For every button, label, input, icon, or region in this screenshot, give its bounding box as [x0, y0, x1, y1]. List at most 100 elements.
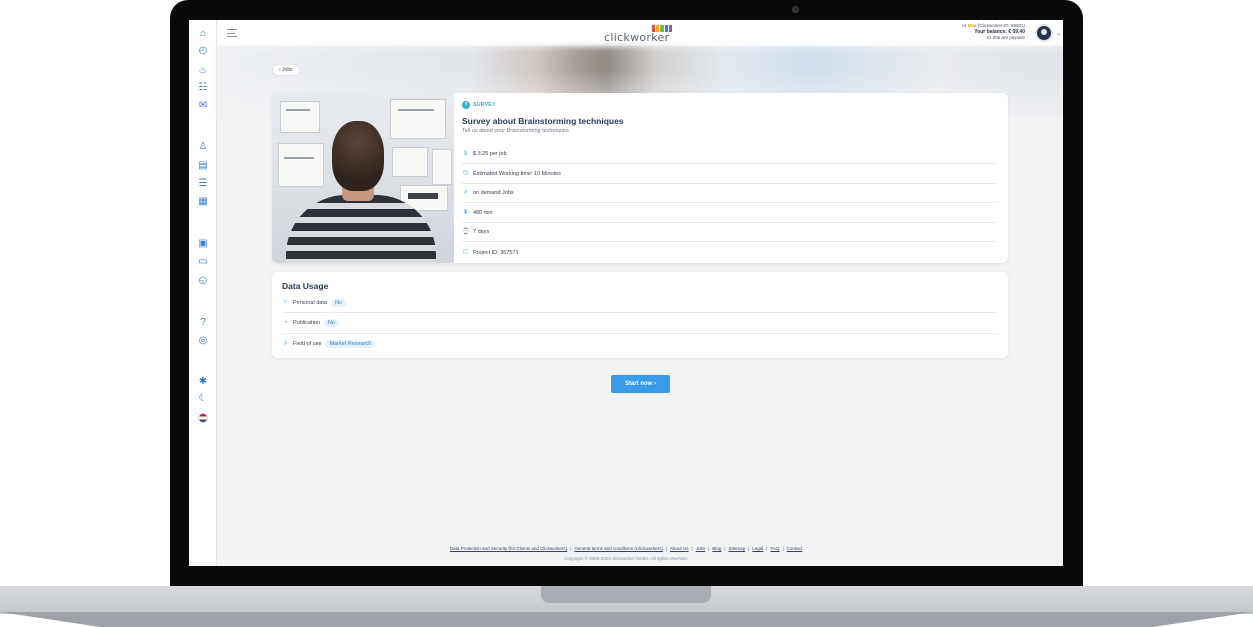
data-usage-card: Data Usage ☺ Personal data No ◔ Publication N…	[272, 272, 1008, 358]
copyright: Copyright © 2005-2023 clickworker GmbH. …	[564, 556, 688, 561]
jobs-icon[interactable]: ⌂	[197, 28, 209, 40]
clock-icon: ◷	[462, 170, 469, 177]
job-subtitle: Tell us about your Brainstorming techniq…	[462, 128, 569, 134]
photo-board	[278, 143, 324, 187]
hash-icon: #	[283, 340, 288, 347]
footer-link[interactable]: Legal	[752, 546, 763, 551]
photo-board	[280, 101, 320, 133]
data-usage-row: ☺ Personal data No	[282, 293, 998, 313]
job-detail-row: ◷ Estimated Working time: 10 Minutes	[462, 165, 998, 184]
photo-board	[432, 149, 452, 185]
job-detail-text: 7 days	[473, 229, 490, 236]
photo-board	[392, 147, 428, 177]
payable-amount: 22.00€ are payable	[986, 35, 1025, 40]
start-now-button[interactable]: Start now ›	[611, 375, 670, 393]
laptop-base-edge	[0, 612, 1253, 627]
job-photo	[272, 93, 454, 263]
footer-link[interactable]: Blog	[712, 546, 721, 551]
footer-link[interactable]: Jobs	[696, 546, 706, 551]
footer-links: Data Protection and Security (for Client…	[189, 546, 1063, 551]
job-title: Survey about Brainstorming techniques	[462, 116, 624, 126]
job-detail-row: ⌚ 7 days	[462, 223, 998, 243]
announcements-icon[interactable]: ✉	[197, 100, 209, 112]
greeting-prefix: Hi	[962, 23, 967, 28]
user-info: Hi Max (Clickworker-ID: 98001) Your bala…	[962, 23, 1025, 41]
accessibility-icon[interactable]: ✱	[197, 376, 209, 388]
data-usage-label: Publication	[293, 320, 320, 326]
footer-link[interactable]: Data Protection and Security (for Client…	[450, 546, 567, 551]
hourglass-icon: ⧗	[463, 209, 468, 216]
calendar-icon: ⌚	[462, 228, 470, 235]
footer-separator: |	[748, 546, 750, 551]
footer-separator: |	[766, 546, 768, 551]
photo-board	[390, 99, 446, 139]
job-category: ? SURVEY	[462, 101, 496, 109]
back-to-jobs-button[interactable]: ‹ Jobs	[272, 64, 300, 76]
footer-link[interactable]: General terms and conditions (Clickworke…	[574, 546, 663, 551]
photo-head	[332, 121, 384, 191]
language-flag-icon[interactable]	[198, 413, 208, 423]
photo-doodle	[398, 109, 434, 111]
data-usage-value: No	[330, 298, 346, 307]
settings-icon[interactable]: ☰	[197, 178, 209, 190]
payout-history-icon[interactable]: ◵	[197, 275, 209, 287]
help-icon[interactable]: ?	[197, 317, 209, 329]
user-id: (Clickworker-ID: 98001)	[977, 23, 1025, 28]
footer-link[interactable]: Contact	[787, 546, 803, 551]
profile-icon[interactable]: ♙	[197, 141, 209, 153]
data-usage-label: Field of use	[293, 341, 322, 347]
job-detail-text: 480 min	[473, 209, 493, 216]
job-card: ? SURVEY Survey about Brainstorming tech…	[272, 93, 1008, 263]
history-icon[interactable]: ◴	[197, 45, 209, 57]
photo-doodle	[286, 109, 310, 111]
laptop-frame: ⌂ ◴ ♨ ☷ ✉ ♙ ▤ ☰ ▦ ▣ ▭ ◵? ◎ ✱ ☾ clickworker Hi Max (Cli…	[0, 0, 1253, 627]
footer-link[interactable]: Sitemap	[729, 546, 746, 551]
hash-icon: #	[463, 189, 468, 196]
clickworker-logo[interactable]: clickworker	[604, 25, 674, 44]
footer-link[interactable]: FAQ	[770, 546, 779, 551]
laptop-notch	[541, 586, 711, 603]
dark-mode-icon[interactable]: ☾	[197, 393, 209, 405]
job-detail-text: Estimated Working time: 10 Minutes	[473, 170, 561, 177]
qualifications-icon[interactable]: ▤	[197, 160, 209, 172]
chat-icon[interactable]: ◎	[197, 335, 209, 347]
avatar[interactable]	[1035, 24, 1053, 42]
team-icon[interactable]: ☷	[197, 82, 209, 94]
money-icon: $	[463, 150, 468, 157]
assessments-icon[interactable]: ♨	[197, 65, 209, 77]
app-screen: ⌂ ◴ ♨ ☷ ✉ ♙ ▤ ☰ ▦ ▣ ▭ ◵? ◎ ✱ ☾ clickworker Hi Max (Cli…	[189, 20, 1063, 566]
footer-separator: |	[782, 546, 784, 551]
payments-icon[interactable]: ▣	[197, 238, 209, 250]
sidebar: ⌂ ◴ ♨ ☷ ✉ ♙ ▤ ☰ ▦ ▣ ▭ ◵? ◎ ✱ ☾	[189, 20, 217, 566]
person-icon: ☺	[282, 299, 289, 305]
footer-separator: |	[708, 546, 710, 551]
data-usage-row: # Field of use Market Research	[282, 334, 998, 354]
job-detail-row: $ $ 3.25 per job	[462, 145, 998, 164]
menu-toggle-icon[interactable]	[227, 29, 237, 37]
footer-link[interactable]: About Us	[670, 546, 689, 551]
job-details: ? SURVEY Survey about Brainstorming tech…	[462, 93, 998, 263]
card-icon[interactable]: ▭	[197, 256, 209, 268]
logo-text: clickworker	[604, 31, 670, 44]
data-usage-label: Personal data	[293, 299, 327, 306]
survey-icon: ?	[462, 101, 470, 109]
user-name: Max	[967, 23, 977, 28]
photo-doodle	[408, 193, 438, 199]
photo-doodle	[284, 157, 314, 159]
footer-separator: |	[570, 546, 572, 551]
id-icon: ▢	[462, 249, 469, 255]
data-usage-value: No	[323, 319, 339, 327]
documents-icon[interactable]: ▦	[197, 196, 209, 208]
footer-separator: |	[691, 546, 693, 551]
job-detail-row: ⧗ 480 min	[462, 204, 998, 223]
camera-icon	[792, 6, 799, 13]
job-detail-row: ▢ Project ID: 367571	[462, 243, 998, 262]
chevron-down-icon[interactable]: ⌄	[1056, 30, 1061, 37]
top-header: clickworker Hi Max (Clickworker-ID: 9800…	[217, 20, 1063, 47]
globe-icon: ◔	[283, 319, 288, 326]
job-detail-text: $ 3.25 per job	[473, 151, 507, 157]
data-usage-value: Market Research	[325, 340, 376, 348]
job-category-label: SURVEY	[473, 102, 496, 108]
footer-separator: |	[665, 546, 668, 551]
data-usage-title: Data Usage	[282, 281, 329, 291]
